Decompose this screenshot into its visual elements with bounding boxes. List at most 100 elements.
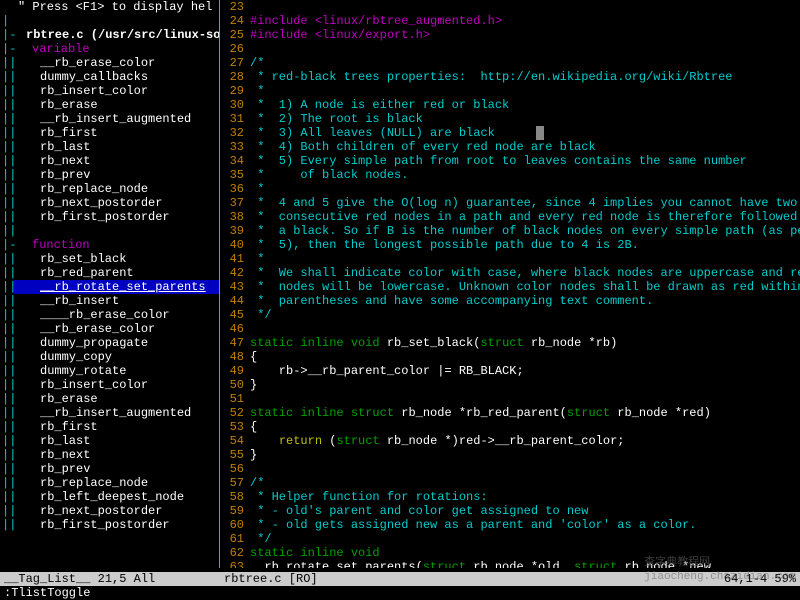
code-line[interactable]: 43 * nodes will be lowercase. Unknown co…	[220, 280, 800, 294]
code-line[interactable]: 52static inline struct rb_node *rb_red_p…	[220, 406, 800, 420]
line-text[interactable]	[250, 462, 800, 476]
code-line[interactable]: 25#include <linux/export.h>	[220, 28, 800, 42]
taglist-item[interactable]: || ____rb_erase_color	[0, 308, 219, 322]
line-text[interactable]: * red-black trees properties: http://en.…	[250, 70, 800, 84]
code-line[interactable]: 32 * 3) All leaves (NULL) are black	[220, 126, 800, 140]
code-line[interactable]: 23	[220, 0, 800, 14]
taglist-item[interactable]: || rb_next	[0, 154, 219, 168]
code-line[interactable]: 51	[220, 392, 800, 406]
taglist-item[interactable]: || rb_last	[0, 140, 219, 154]
line-text[interactable]: }	[250, 448, 800, 462]
taglist-item[interactable]: || rb_replace_node	[0, 476, 219, 490]
code-line[interactable]: 61 */	[220, 532, 800, 546]
code-line[interactable]: 48{	[220, 350, 800, 364]
code-line[interactable]: 42 * We shall indicate color with case, …	[220, 266, 800, 280]
taglist-row[interactable]: |	[0, 14, 219, 28]
code-line[interactable]: 60 * - old gets assigned new as a parent…	[220, 518, 800, 532]
line-text[interactable]	[250, 322, 800, 336]
line-text[interactable]	[250, 0, 800, 14]
line-text[interactable]: * 4) Both children of every red node are…	[250, 140, 800, 154]
taglist-item[interactable]: || rb_last	[0, 434, 219, 448]
taglist-item[interactable]: || rb_replace_node	[0, 182, 219, 196]
taglist-section[interactable]: |- function	[0, 238, 219, 252]
code-line[interactable]: 27/*	[220, 56, 800, 70]
line-text[interactable]: */	[250, 308, 800, 322]
taglist-item[interactable]: || __rb_insert_augmented	[0, 112, 219, 126]
code-line[interactable]: 33 * 4) Both children of every red node …	[220, 140, 800, 154]
code-line[interactable]: 53{	[220, 420, 800, 434]
line-text[interactable]: * 3) All leaves (NULL) are black	[250, 126, 800, 140]
line-text[interactable]	[250, 392, 800, 406]
taglist-item[interactable]: || __rb_erase_color	[0, 56, 219, 70]
taglist-item[interactable]: || rb_erase	[0, 98, 219, 112]
line-text[interactable]: */	[250, 532, 800, 546]
code-line[interactable]: 35 * of black nodes.	[220, 168, 800, 182]
code-line[interactable]: 57/*	[220, 476, 800, 490]
code-line[interactable]: 29 *	[220, 84, 800, 98]
code-line[interactable]: 40 * 5), then the longest possible path …	[220, 238, 800, 252]
taglist-item[interactable]: || rb_insert_color	[0, 84, 219, 98]
line-text[interactable]: return (struct rb_node *)red->__rb_paren…	[250, 434, 800, 448]
taglist-file[interactable]: |-rbtree.c (/usr/src/linux-so	[0, 28, 219, 42]
taglist-item[interactable]: || rb_next_postorder	[0, 196, 219, 210]
code-line[interactable]: 63__rb_rotate_set_parents(struct rb_node…	[220, 560, 800, 568]
code-line[interactable]: 47static inline void rb_set_black(struct…	[220, 336, 800, 350]
taglist-section[interactable]: |- variable	[0, 42, 219, 56]
code-line[interactable]: 45 */	[220, 308, 800, 322]
line-text[interactable]: {	[250, 350, 800, 364]
line-text[interactable]: }	[250, 378, 800, 392]
taglist-item[interactable]: || rb_left_deepest_node	[0, 490, 219, 504]
command-line[interactable]: :TlistToggle	[0, 586, 800, 600]
taglist-item[interactable]: || __rb_erase_color	[0, 322, 219, 336]
line-text[interactable]: rb->__rb_parent_color |= RB_BLACK;	[250, 364, 800, 378]
code-line[interactable]: 39 * a black. So if B is the number of b…	[220, 224, 800, 238]
line-text[interactable]: * consecutive red nodes in a path and ev…	[250, 210, 800, 224]
taglist-item[interactable]: || rb_first	[0, 420, 219, 434]
code-line[interactable]: 37 * 4 and 5 give the O(log n) guarantee…	[220, 196, 800, 210]
code-line[interactable]: 50}	[220, 378, 800, 392]
line-text[interactable]: static inline struct rb_node *rb_red_par…	[250, 406, 800, 420]
code-line[interactable]: 36 *	[220, 182, 800, 196]
taglist-item[interactable]: || rb_red_parent	[0, 266, 219, 280]
code-line[interactable]: 38 * consecutive red nodes in a path and…	[220, 210, 800, 224]
taglist-item[interactable]: || __rb_insert_augmented	[0, 406, 219, 420]
line-text[interactable]: #include <linux/rbtree_augmented.h>	[250, 14, 800, 28]
taglist-item[interactable]: || dummy_callbacks	[0, 70, 219, 84]
line-text[interactable]: /*	[250, 56, 800, 70]
code-line[interactable]: 34 * 5) Every simple path from root to l…	[220, 154, 800, 168]
code-editor[interactable]: 23 24#include <linux/rbtree_augmented.h>…	[220, 0, 800, 568]
line-text[interactable]: *	[250, 182, 800, 196]
line-text[interactable]: static inline void	[250, 546, 800, 560]
taglist-item[interactable]: || dummy_rotate	[0, 364, 219, 378]
line-text[interactable]: * a black. So if B is the number of blac…	[250, 224, 800, 238]
line-text[interactable]: * 5) Every simple path from root to leav…	[250, 154, 800, 168]
taglist-item[interactable]: || rb_insert_color	[0, 378, 219, 392]
line-text[interactable]: * Helper function for rotations:	[250, 490, 800, 504]
line-text[interactable]: /*	[250, 476, 800, 490]
code-line[interactable]: 41 *	[220, 252, 800, 266]
line-text[interactable]: #include <linux/export.h>	[250, 28, 800, 42]
code-line[interactable]: 24#include <linux/rbtree_augmented.h>	[220, 14, 800, 28]
line-text[interactable]: static inline void rb_set_black(struct r…	[250, 336, 800, 350]
taglist-item[interactable]: || rb_prev	[0, 462, 219, 476]
taglist-panel[interactable]: " Press <F1> to display hel| |-rbtree.c …	[0, 0, 220, 568]
code-line[interactable]: 44 * parentheses and have some accompany…	[220, 294, 800, 308]
line-text[interactable]: *	[250, 84, 800, 98]
code-line[interactable]: 30 * 1) A node is either red or black	[220, 98, 800, 112]
taglist-item[interactable]: || dummy_propagate	[0, 336, 219, 350]
code-line[interactable]: 26	[220, 42, 800, 56]
code-line[interactable]: 59 * - old's parent and color get assign…	[220, 504, 800, 518]
code-line[interactable]: 46	[220, 322, 800, 336]
code-line[interactable]: 31 * 2) The root is black	[220, 112, 800, 126]
taglist-row[interactable]: " Press <F1> to display hel	[0, 0, 219, 14]
taglist-item[interactable]: || rb_first_postorder	[0, 518, 219, 532]
taglist-item[interactable]: || rb_erase	[0, 392, 219, 406]
line-text[interactable]: {	[250, 420, 800, 434]
line-text[interactable]: * 2) The root is black	[250, 112, 800, 126]
line-text[interactable]: * 4 and 5 give the O(log n) guarantee, s…	[250, 196, 800, 210]
taglist-item[interactable]: || rb_first	[0, 126, 219, 140]
code-line[interactable]: 49 rb->__rb_parent_color |= RB_BLACK;	[220, 364, 800, 378]
line-text[interactable]: __rb_rotate_set_parents(struct rb_node *…	[250, 560, 800, 568]
line-text[interactable]: * of black nodes.	[250, 168, 800, 182]
taglist-item[interactable]: || dummy_copy	[0, 350, 219, 364]
